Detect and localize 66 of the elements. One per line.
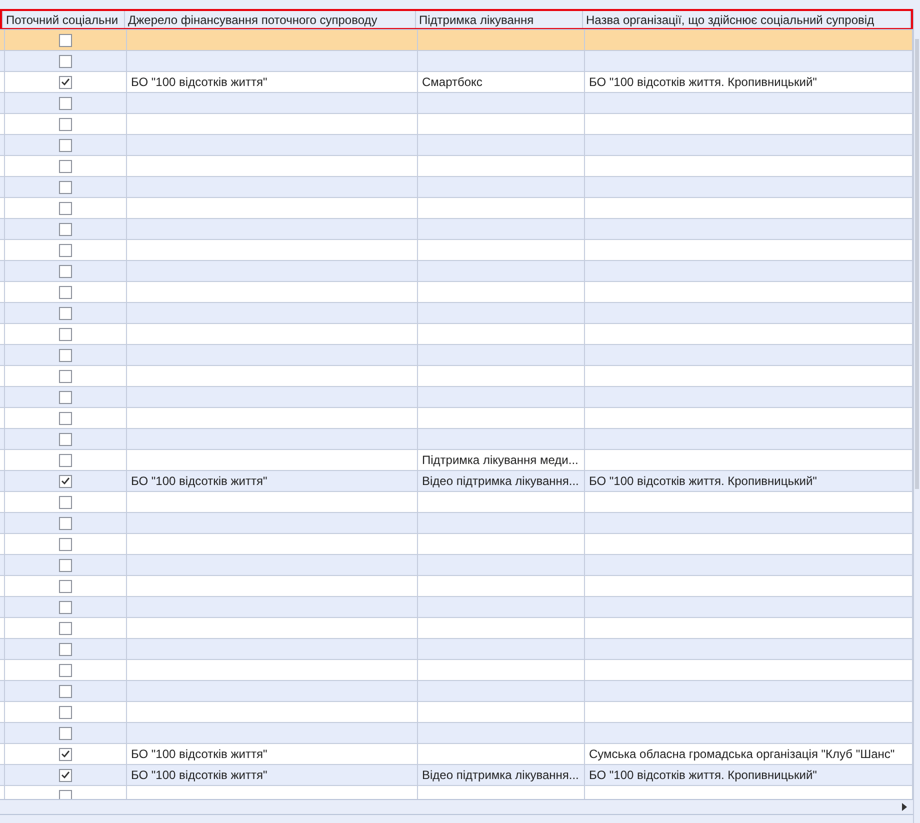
column-header[interactable]: Джерело фінансування поточного супроводу: [125, 11, 416, 28]
checkbox[interactable]: [59, 222, 72, 236]
horizontal-scrollbar[interactable]: [0, 799, 913, 815]
checkbox[interactable]: [59, 412, 72, 424]
checkbox[interactable]: [59, 202, 72, 214]
column-header[interactable]: Назва організації, що здійснює соціальний супровід: [583, 11, 911, 28]
checkmark-icon: [61, 78, 70, 86]
table-cell-text: БО "100 відсотків життя": [131, 473, 268, 490]
checkbox[interactable]: [59, 768, 72, 782]
vertical-scrollbar[interactable]: [913, 9, 920, 823]
table-row[interactable]: БО "100 відсотків життя" Відео підтримка лікування... БО "100 відсотків життя. Кропивницький": [0, 471, 913, 492]
column-header[interactable]: Підтримка лікування: [416, 11, 583, 28]
checkbox[interactable]: [59, 390, 72, 404]
checkbox[interactable]: [59, 790, 72, 799]
checkbox[interactable]: [59, 34, 72, 46]
checkbox[interactable]: [59, 580, 72, 592]
checkbox[interactable]: [59, 558, 72, 572]
table-row[interactable]: Підтримка лікування меди...: [0, 450, 913, 471]
table-cell-text: Смартбокс: [422, 74, 482, 91]
table-cell-text: Відео підтримка лікування...: [422, 767, 579, 784]
checkbox[interactable]: [59, 54, 72, 68]
checkbox[interactable]: [59, 264, 72, 278]
scrollbar-thumb[interactable]: [915, 39, 919, 489]
checkmark-icon: [61, 771, 70, 779]
checkbox[interactable]: [59, 348, 72, 362]
right-arrow-icon[interactable]: [902, 803, 907, 811]
table-cell-text: Відео підтримка лікування...: [422, 473, 579, 490]
checkbox[interactable]: [59, 454, 72, 466]
checkbox[interactable]: [59, 474, 72, 488]
checkbox[interactable]: [59, 642, 72, 656]
checkbox[interactable]: [59, 496, 72, 508]
checkbox[interactable]: [59, 706, 72, 718]
checkbox[interactable]: [59, 600, 72, 614]
checkbox[interactable]: [59, 286, 72, 298]
checkmark-icon: [61, 750, 70, 758]
checkbox[interactable]: [59, 516, 72, 530]
table-cell-text: БО "100 відсотків життя. Кропивницький": [589, 74, 817, 91]
checkbox[interactable]: [59, 180, 72, 194]
checkbox[interactable]: [59, 370, 72, 382]
checkbox[interactable]: [59, 118, 72, 130]
table-cell-text: БО "100 відсотків життя": [131, 767, 268, 784]
checkbox[interactable]: [59, 96, 72, 110]
checkbox[interactable]: [59, 622, 72, 634]
table-cell-text: Підтримка лікування меди...: [422, 452, 578, 469]
checkbox[interactable]: [59, 160, 72, 172]
checkbox[interactable]: [59, 748, 72, 760]
table-row[interactable]: БО "100 відсотків життя" Відео підтримка лікування... БО "100 відсотків життя. Кропивницький": [0, 765, 913, 786]
table-row[interactable]: БО "100 відсотків життя" Смартбокс БО "100 відсотків життя. Кропивницький": [0, 72, 913, 93]
checkbox[interactable]: [59, 328, 72, 340]
checkbox[interactable]: [59, 138, 72, 152]
checkbox[interactable]: [59, 76, 72, 88]
checkbox[interactable]: [59, 432, 72, 446]
checkbox[interactable]: [59, 664, 72, 676]
table-cell-text: Сумська обласна громадська організація "Клуб "Шанс": [589, 746, 895, 763]
table-cell-text: БО "100 відсотків життя. Кропивницький": [589, 767, 817, 784]
table-cell-text: БО "100 відсотків життя": [131, 74, 268, 91]
checkmark-icon: [61, 477, 70, 485]
checkbox[interactable]: [59, 684, 72, 698]
table-row[interactable]: БО "100 відсотків життя" Сумська обласна громадська організація "Клуб "Шанс": [0, 744, 913, 765]
checkbox[interactable]: [59, 244, 72, 256]
table-cell-text: БО "100 відсотків життя": [131, 746, 268, 763]
checkbox[interactable]: [59, 538, 72, 550]
column-header[interactable]: Поточний соціальни: [3, 11, 125, 28]
table-cell-text: БО "100 відсотків життя. Кропивницький": [589, 473, 817, 490]
checkbox[interactable]: [59, 726, 72, 740]
checkbox[interactable]: [59, 306, 72, 320]
